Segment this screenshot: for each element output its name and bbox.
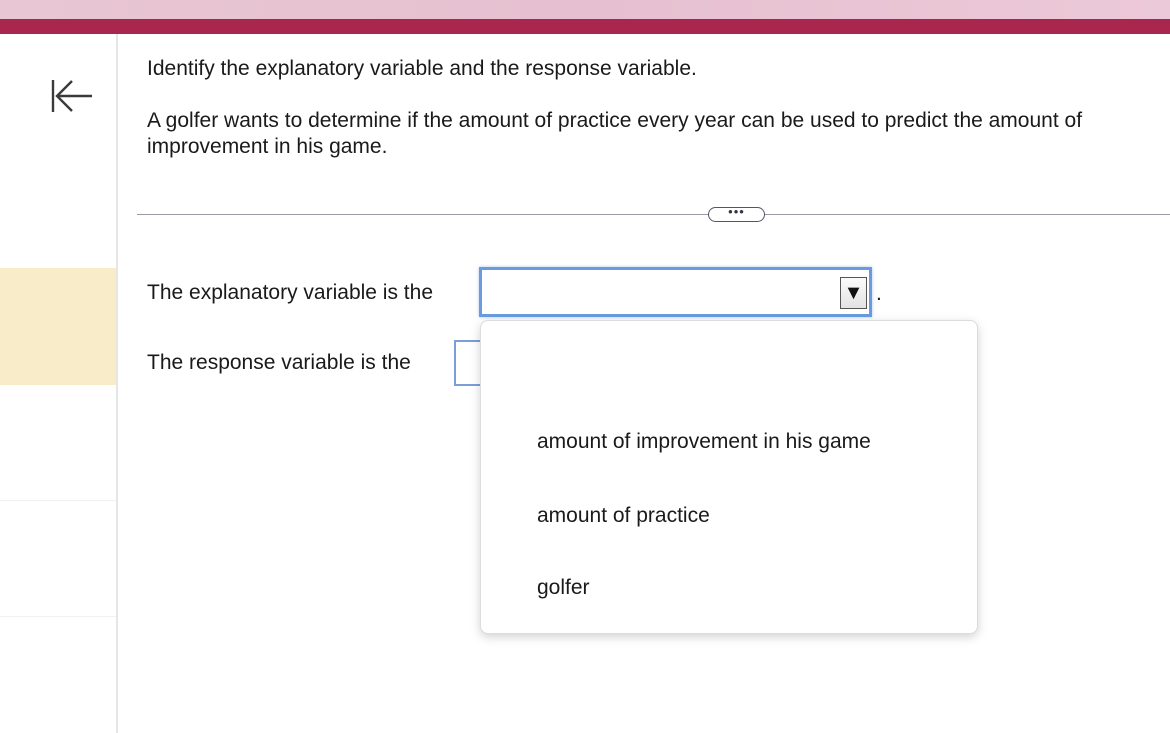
dropdown-arrow-icon[interactable]: ▼ [840, 277, 867, 309]
sidebar-current-part[interactable] [0, 268, 116, 385]
dropdown-option-practice[interactable]: amount of practice [481, 491, 977, 541]
dropdown-option-improvement[interactable]: amount of improvement in his game [481, 417, 977, 467]
sentence-period: . [876, 282, 882, 305]
header-gradient [0, 0, 1170, 19]
response-label: The response variable is the [147, 351, 411, 374]
explanatory-label: The explanatory variable is the [147, 281, 433, 304]
dropdown-option-blank[interactable] [481, 343, 977, 393]
instruction-text: Identify the explanatory variable and th… [147, 57, 697, 80]
section-divider [137, 214, 1170, 215]
brand-bar [0, 19, 1170, 34]
expand-more-button[interactable]: ••• [708, 205, 765, 222]
sidebar-divider [0, 616, 116, 617]
collapse-sidebar-button[interactable] [47, 78, 95, 114]
dropdown-option-golfer[interactable]: golfer [481, 563, 977, 613]
scenario-text: A golfer wants to determine if the amoun… [147, 109, 1083, 158]
question-text: Identify the explanatory variable and th… [147, 56, 1137, 160]
explanatory-select[interactable]: ▼ [479, 267, 872, 317]
collapse-left-icon [51, 80, 92, 112]
sidebar-divider [0, 500, 116, 501]
dropdown-menu: amount of improvement in his game amount… [480, 320, 978, 634]
